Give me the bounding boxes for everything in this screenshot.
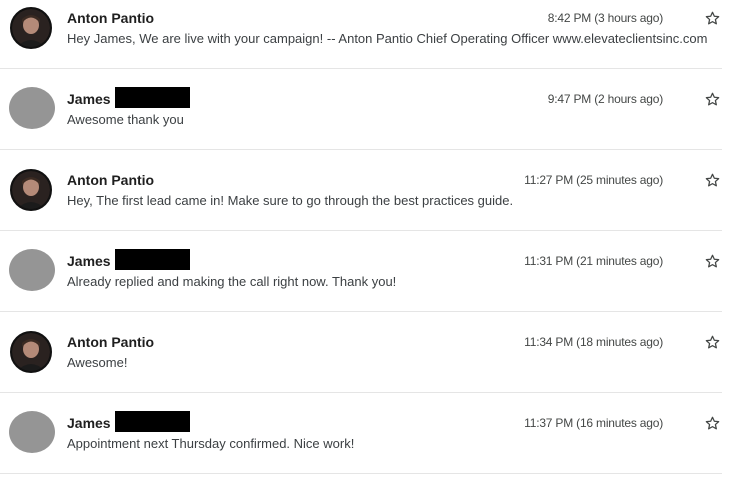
message-snippet: Awesome thank you: [67, 112, 184, 127]
message-row[interactable]: James Already replied and making the cal…: [0, 231, 722, 312]
profile-photo-icon: [12, 333, 50, 371]
avatar[interactable]: [10, 331, 52, 373]
profile-photo-icon: [12, 9, 50, 47]
message-row[interactable]: Anton Pantio Hey, The first lead came in…: [0, 150, 722, 231]
avatar[interactable]: [10, 7, 52, 49]
message-time: 11:37 PM (16 minutes ago): [524, 416, 663, 430]
star-icon[interactable]: [704, 91, 721, 108]
sender-name: Anton Pantio: [67, 172, 155, 188]
sender-name: James: [67, 91, 111, 107]
star-icon[interactable]: [704, 10, 721, 27]
message-row[interactable]: James Appointment next Thursday confirme…: [0, 393, 722, 474]
sender-name: James: [67, 253, 111, 269]
redaction-bar: [115, 87, 190, 108]
avatar[interactable]: [9, 411, 55, 453]
message-row[interactable]: James Awesome thank you 9:47 PM (2 hours…: [0, 69, 722, 150]
message-time: 11:27 PM (25 minutes ago): [524, 173, 663, 187]
star-icon[interactable]: [704, 334, 721, 351]
avatar[interactable]: [9, 87, 55, 129]
message-snippet: Already replied and making the call righ…: [67, 274, 397, 289]
redaction-bar: [115, 249, 190, 270]
email-thread: Anton Pantio Hey James, We are live with…: [0, 0, 742, 482]
avatar[interactable]: [10, 169, 52, 211]
message-snippet: Awesome!: [67, 355, 128, 370]
star-icon[interactable]: [704, 253, 721, 270]
message-snippet: Hey James, We are live with your campaig…: [67, 31, 708, 46]
message-time: 11:31 PM (21 minutes ago): [524, 254, 663, 268]
star-icon[interactable]: [704, 415, 721, 432]
message-snippet: Hey, The first lead came in! Make sure t…: [67, 193, 514, 208]
sender-name: Anton Pantio: [67, 10, 155, 26]
sender-name: James: [67, 415, 111, 431]
message-time: 8:42 PM (3 hours ago): [547, 11, 663, 25]
star-icon[interactable]: [704, 172, 721, 189]
message-snippet: Appointment next Thursday confirmed. Nic…: [67, 436, 355, 451]
message-row[interactable]: Anton Pantio Hey James, We are live with…: [0, 0, 722, 69]
message-time: 11:34 PM (18 minutes ago): [524, 335, 663, 349]
sender-name: Anton Pantio: [67, 334, 155, 350]
message-row[interactable]: Anton Pantio Awesome! 11:34 PM (18 minut…: [0, 312, 722, 393]
redaction-bar: [115, 411, 190, 432]
profile-photo-icon: [12, 171, 50, 209]
message-time: 9:47 PM (2 hours ago): [547, 92, 663, 106]
avatar[interactable]: [9, 249, 55, 291]
